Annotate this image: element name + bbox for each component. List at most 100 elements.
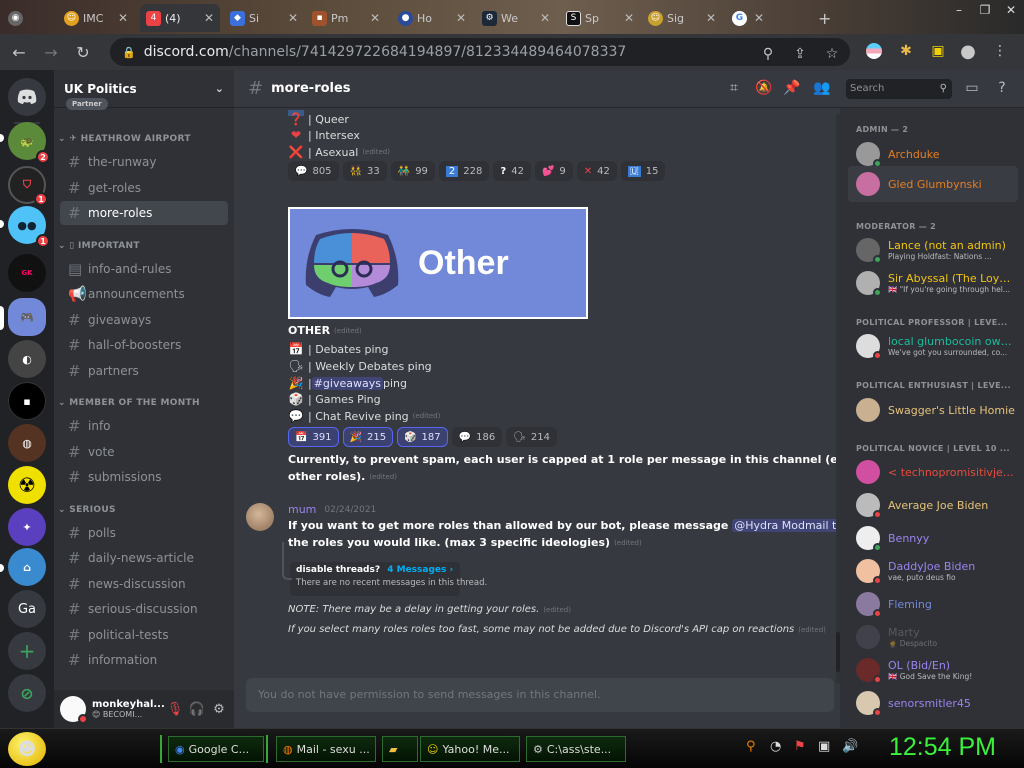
reaction[interactable]: ✕ 42 — [576, 161, 617, 181]
channel-the-runway[interactable]: # the-runway — [60, 150, 228, 174]
close-tab-icon[interactable]: ✕ — [118, 11, 128, 25]
puzzle-icon[interactable]: ✱ — [896, 43, 916, 59]
reaction[interactable]: 🎉 215 — [342, 427, 394, 447]
speaker-icon[interactable]: 🔊 — [842, 739, 858, 754]
channel-polls[interactable]: # polls — [60, 521, 228, 545]
new-tab-button[interactable]: + — [812, 4, 838, 32]
channel-submissions[interactable]: # submissions — [60, 465, 228, 489]
sidebar-icon[interactable]: ▣ — [928, 43, 948, 59]
browser-tab[interactable]: ☺ IMC ✕ — [58, 4, 134, 32]
server-icon-dark[interactable]: ◐ — [8, 340, 46, 378]
category-member-of-the-month[interactable]: ⌄ MEMBER OF THE MONTH — [58, 398, 200, 408]
browser-tab[interactable]: ▪ Pm ✕ — [306, 4, 386, 32]
close-tab-icon[interactable]: ✕ — [754, 11, 764, 25]
share-icon[interactable]: ⇪ — [790, 46, 810, 62]
channel-mention-giveaways[interactable]: #giveaways — [311, 376, 383, 390]
member-item[interactable]: < technopromisitivjev... — [848, 454, 1018, 490]
reaction[interactable]: 2 228 — [438, 161, 490, 181]
member-item[interactable]: Gled Glumbynski — [848, 166, 1018, 202]
category-serious[interactable]: ⌄ SERIOUS — [58, 505, 116, 515]
member-item[interactable]: Swagger's Little Homie — [848, 392, 1018, 428]
server-icon-black[interactable]: ▪ — [8, 382, 46, 420]
radiation-icon[interactable]: ☢ — [8, 466, 46, 504]
channel-serious-discussion[interactable]: # serious-discussion — [60, 597, 228, 621]
member-item[interactable]: Bennyy — [848, 520, 1018, 556]
minimize-button[interactable]: – — [946, 0, 972, 20]
thread-preview[interactable]: disable threads? 4 Messages › There are … — [282, 542, 487, 596]
bookmark-star-icon[interactable]: ☆ — [822, 46, 842, 62]
start-button-smiley-icon[interactable]: ☻ — [8, 732, 46, 766]
close-tab-icon[interactable]: ✕ — [288, 11, 298, 25]
member-list-icon[interactable]: 👥 — [812, 80, 832, 96]
help-icon[interactable]: ? — [992, 80, 1012, 96]
taskbar-item[interactable]: ◉ Google C... — [168, 736, 264, 762]
channel-vote[interactable]: # vote — [60, 440, 228, 464]
address-bar[interactable]: 🔒 discord.com/channels/74142972268419489… — [110, 38, 850, 66]
member-item[interactable]: Sir Abyssal (The Loyali... 🇬🇧 "If you're … — [848, 265, 1018, 301]
close-tab-icon[interactable]: ✕ — [204, 11, 214, 25]
author-name[interactable]: mum — [288, 503, 316, 516]
reaction[interactable]: 🇺 15 — [620, 161, 666, 181]
channel-information[interactable]: # information — [60, 648, 228, 672]
channel-partners[interactable]: # partners — [60, 359, 228, 383]
channel-giveaways[interactable]: # giveaways — [60, 308, 228, 332]
reaction[interactable]: 📅 391 — [288, 427, 339, 447]
member-item[interactable]: Average Joe Biden — [848, 487, 1018, 523]
search-input[interactable]: Search ⚲ — [846, 79, 952, 99]
profile-icon[interactable]: ● — [958, 41, 978, 62]
channel-info-and-rules[interactable]: ▤ info-and-rules — [60, 257, 228, 281]
flag-icon[interactable]: ⚑ — [794, 739, 806, 754]
category-important[interactable]: ⌄ ▯ IMPORTANT — [58, 241, 140, 251]
search-tray-icon[interactable]: ⚲ — [746, 739, 756, 754]
avatar[interactable] — [60, 696, 88, 724]
server-icon-turtle[interactable]: 🐢 2 — [8, 122, 50, 164]
server-icon-uk-politics[interactable]: 🎮 — [8, 298, 46, 336]
pin-icon[interactable]: 📌 — [782, 80, 802, 96]
reload-button[interactable]: ↻ — [70, 39, 96, 65]
mute-microphone-icon[interactable]: 🎙 — [164, 702, 186, 717]
channel-get-roles[interactable]: # get-roles — [60, 176, 228, 200]
channel-info[interactable]: # info — [60, 414, 228, 438]
reaction[interactable]: 💕 9 — [534, 161, 573, 181]
forward-button[interactable]: → — [38, 39, 64, 65]
taskbar-item[interactable]: ▰ — [382, 736, 418, 762]
channel-daily-news-article[interactable]: # daily-news-article — [60, 546, 228, 570]
restore-button[interactable]: ❐ — [972, 0, 998, 20]
volume-mixer-icon[interactable]: ◔ — [770, 739, 781, 754]
server-icon-brown[interactable]: ◍ — [8, 424, 46, 462]
headphones-icon[interactable]: 🎧 — [186, 702, 208, 717]
member-item[interactable]: Fleming — [848, 586, 1018, 622]
explore-servers-icon[interactable]: ⊘ — [8, 674, 46, 712]
reaction[interactable]: ? 42 — [493, 161, 531, 181]
avatar[interactable] — [246, 503, 274, 531]
channel-more-roles[interactable]: # more-roles — [60, 201, 228, 225]
discord-home-button[interactable] — [8, 78, 46, 116]
channel-announcements[interactable]: 📢 announcements — [60, 282, 228, 306]
server-icon-blue-face[interactable]: ●● 1 — [8, 206, 50, 248]
reaction[interactable]: 👯 33 — [342, 161, 387, 181]
member-item-offline[interactable]: Marty 🤵 Despacito — [848, 619, 1018, 655]
notification-bell-muted-icon[interactable]: 🔕 — [754, 80, 774, 96]
zoom-icon[interactable]: ⚲ — [758, 46, 778, 62]
member-item[interactable]: local glumbocoin owner We've got you surr… — [848, 328, 1018, 364]
browser-tab[interactable]: ◉ — [2, 4, 58, 32]
browser-tab[interactable]: G ✕ — [726, 4, 770, 32]
taskbar-item[interactable]: ☺ Yahoo! Me... — [420, 736, 520, 762]
close-window-button[interactable]: ✕ — [998, 0, 1024, 20]
server-icon-purple[interactable]: ✦ — [8, 508, 46, 546]
close-tab-icon[interactable]: ✕ — [624, 11, 634, 25]
browser-tab[interactable]: S Sp ✕ — [560, 4, 640, 32]
message-input[interactable]: You do not have permission to send messa… — [246, 678, 834, 712]
browser-tab[interactable]: ⚙ We ✕ — [476, 4, 556, 32]
close-tab-icon[interactable]: ✕ — [706, 11, 716, 25]
browser-tab[interactable]: ◆ Si ✕ — [224, 4, 304, 32]
thread-message-count[interactable]: 4 Messages › — [387, 565, 453, 575]
extension-flag-icon[interactable] — [864, 43, 884, 63]
other-banner-image[interactable]: Other — [288, 207, 588, 319]
browser-tab[interactable]: ☺ Sig ✕ — [642, 4, 722, 32]
reaction[interactable]: 💬 805 — [288, 161, 339, 181]
member-item[interactable]: OL (Bid/En) 🇬🇧 God Save the King! — [848, 652, 1018, 688]
channel-news-discussion[interactable]: # news-discussion — [60, 572, 228, 596]
browser-tab[interactable]: ● Ho ✕ — [392, 4, 472, 32]
taskbar-item[interactable]: ⚙ C:\ass\ste... — [526, 736, 626, 762]
